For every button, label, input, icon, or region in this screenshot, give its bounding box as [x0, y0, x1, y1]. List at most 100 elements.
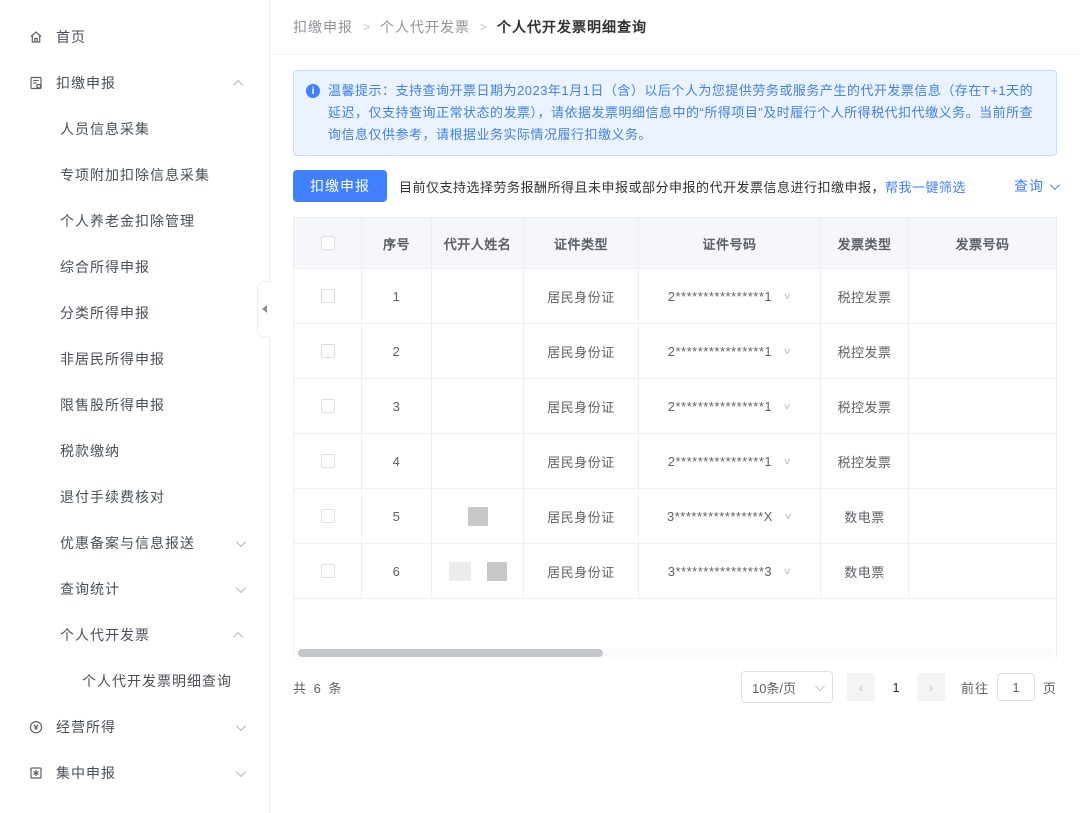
row-checkbox[interactable]: [320, 289, 335, 303]
sidebar-item-label: 非居民所得申报: [60, 351, 165, 367]
name-cell: [432, 544, 524, 598]
home-icon: [28, 29, 44, 45]
sidebar-item-personnel-info[interactable]: 人员信息采集: [0, 106, 269, 152]
seq-cell: 5: [362, 489, 432, 543]
pagination: 共 6 条 10条/页 ‹ 1 › 前往 页: [293, 671, 1057, 703]
sidebar-item-business-income[interactable]: 经营所得: [0, 704, 269, 750]
app-window: 首页 扣缴申报 人员信息采集 专项附加扣除信息采集 个人养老金扣除管理 综合所得…: [0, 0, 1080, 813]
sidebar-item-preferential-filing[interactable]: 优惠备案与信息报送: [0, 520, 269, 566]
invoice-type-cell: 税控发票: [821, 434, 909, 488]
invoice-type-cell: 数电票: [821, 544, 909, 598]
row-checkbox[interactable]: [320, 399, 335, 413]
document-icon: [28, 75, 44, 91]
invoice-no-cell: [909, 379, 1056, 433]
breadcrumb-item[interactable]: 个人代开发票: [380, 17, 470, 37]
sidebar-item-comprehensive-income[interactable]: 综合所得申报: [0, 244, 269, 290]
column-header-name: 代开人姓名: [432, 218, 524, 268]
main-content: 扣缴申报 > 个人代开发票 > 个人代开发票明细查询 i 温馨提示：支持查询开票…: [270, 0, 1080, 813]
sidebar-item-label: 个人代开发票: [60, 627, 150, 643]
reveal-icon[interactable]: ∨: [783, 566, 793, 577]
query-dropdown[interactable]: 查询: [1014, 176, 1060, 196]
breadcrumb-item[interactable]: 扣缴申报: [293, 17, 353, 37]
cert-no-cell: 2****************1 ∨: [639, 434, 821, 488]
sidebar-item-centralized-declaration[interactable]: 集中申报: [0, 750, 269, 796]
current-page[interactable]: 1: [889, 680, 903, 695]
sidebar-item-label: 查询统计: [60, 581, 120, 597]
sidebar-item-refund-fee-check[interactable]: 退付手续费核对: [0, 474, 269, 520]
sidebar-collapse-toggle[interactable]: [257, 281, 270, 337]
sidebar-item-label: 税款缴纳: [60, 443, 120, 459]
seq-cell: 3: [362, 379, 432, 433]
goto-page-input[interactable]: [996, 673, 1035, 701]
toolbar-hint: 目前仅支持选择劳务报酬所得且未申报或部分申报的代开发票信息进行扣缴申报，: [399, 179, 886, 195]
sidebar-item-nonresident-income[interactable]: 非居民所得申报: [0, 336, 269, 382]
cert-type-cell: 居民身份证: [524, 324, 639, 378]
sidebar-item-label: 经营所得: [56, 719, 116, 735]
sidebar-item-withholding[interactable]: 扣缴申报: [0, 60, 269, 106]
breadcrumb: 扣缴申报 > 个人代开发票 > 个人代开发票明细查询: [270, 0, 1080, 55]
sidebar-item-label: 集中申报: [56, 765, 116, 781]
sidebar-item-label: 综合所得申报: [60, 259, 150, 275]
table-row: 2 居民身份证 2****************1 ∨ 税控发票: [294, 324, 1056, 379]
sidebar-item-label: 首页: [56, 29, 86, 45]
invoice-type-cell: 数电票: [821, 489, 909, 543]
chevron-down-icon: [235, 766, 246, 777]
table-header-row: 序号 代开人姓名 证件类型 证件号码 发票类型 发票号码: [294, 218, 1056, 269]
name-cell: [432, 324, 524, 378]
prev-page-button[interactable]: ‹: [846, 673, 875, 701]
name-cell: [432, 379, 524, 433]
reveal-icon[interactable]: ∨: [783, 511, 793, 522]
sidebar-item-label: 限售股所得申报: [60, 397, 165, 413]
goto-label: 前往: [960, 680, 989, 696]
collapse-arrow-icon: [261, 305, 267, 313]
cert-no-cell: 2****************1 ∨: [639, 269, 821, 323]
next-page-button[interactable]: ›: [916, 673, 945, 701]
row-checkbox[interactable]: [320, 344, 335, 358]
sidebar-item-home[interactable]: 首页: [0, 14, 269, 60]
table-row: 3 居民身份证 2****************1 ∨ 税控发票: [294, 379, 1056, 434]
redacted-name-block: [467, 506, 488, 526]
redacted-name-block: [486, 561, 507, 581]
table-row: 4 居民身份证 2****************1 ∨ 税控发票: [294, 434, 1056, 489]
notice-banner: i 温馨提示：支持查询开票日期为2023年1月1日（含）以后个人为您提供劳务或服…: [293, 70, 1057, 156]
sidebar-item-query-statistics[interactable]: 查询统计: [0, 566, 269, 612]
reveal-icon[interactable]: ∨: [783, 456, 793, 467]
reveal-icon[interactable]: ∨: [783, 346, 793, 357]
scrollbar-thumb[interactable]: [298, 649, 603, 657]
name-cell: [432, 489, 524, 543]
invoice-no-cell: [909, 269, 1056, 323]
table-empty-area: [294, 599, 1056, 648]
sidebar-item-label: 扣缴申报: [56, 75, 116, 91]
chevron-down-icon: [814, 680, 825, 691]
sidebar-item-pension-deduction[interactable]: 个人养老金扣除管理: [0, 198, 269, 244]
page-size-select[interactable]: 10条/页: [740, 671, 833, 703]
horizontal-scrollbar[interactable]: [296, 648, 1054, 658]
row-checkbox[interactable]: [320, 454, 335, 468]
withholding-declare-button[interactable]: 扣缴申报: [293, 170, 387, 202]
name-cell: [432, 269, 524, 323]
sidebar-item-personal-invoice[interactable]: 个人代开发票: [0, 612, 269, 658]
sidebar-item-label: 分类所得申报: [60, 305, 150, 321]
toolbar: 扣缴申报 目前仅支持选择劳务报酬所得且未申报或部分申报的代开发票信息进行扣缴申报…: [293, 170, 1060, 202]
cert-no-cell: 3****************X ∨: [639, 489, 821, 543]
select-all-checkbox[interactable]: [320, 236, 335, 250]
notice-text: 温馨提示：支持查询开票日期为2023年1月1日（含）以后个人为您提供劳务或服务产…: [328, 83, 1034, 142]
sidebar-item-tax-payment[interactable]: 税款缴纳: [0, 428, 269, 474]
sidebar-item-classified-income[interactable]: 分类所得申报: [0, 290, 269, 336]
row-checkbox[interactable]: [320, 564, 335, 578]
one-click-filter-link[interactable]: 帮我一键筛选: [885, 177, 966, 196]
cert-type-cell: 居民身份证: [524, 489, 639, 543]
yen-circle-icon: [28, 719, 44, 735]
reveal-icon[interactable]: ∨: [783, 291, 793, 302]
sidebar-item-special-deduction[interactable]: 专项附加扣除信息采集: [0, 152, 269, 198]
sidebar-item-restricted-shares[interactable]: 限售股所得申报: [0, 382, 269, 428]
sidebar-item-invoice-detail-query[interactable]: 个人代开发票明细查询: [0, 658, 269, 704]
sidebar-item-label: 个人代开发票明细查询: [82, 673, 232, 689]
invoice-type-cell: 税控发票: [821, 379, 909, 433]
query-label: 查询: [1014, 178, 1044, 194]
column-header-seq: 序号: [362, 218, 432, 268]
seq-cell: 4: [362, 434, 432, 488]
row-checkbox[interactable]: [320, 509, 335, 523]
reveal-icon[interactable]: ∨: [783, 401, 793, 412]
breadcrumb-current: 个人代开发票明细查询: [497, 19, 648, 35]
